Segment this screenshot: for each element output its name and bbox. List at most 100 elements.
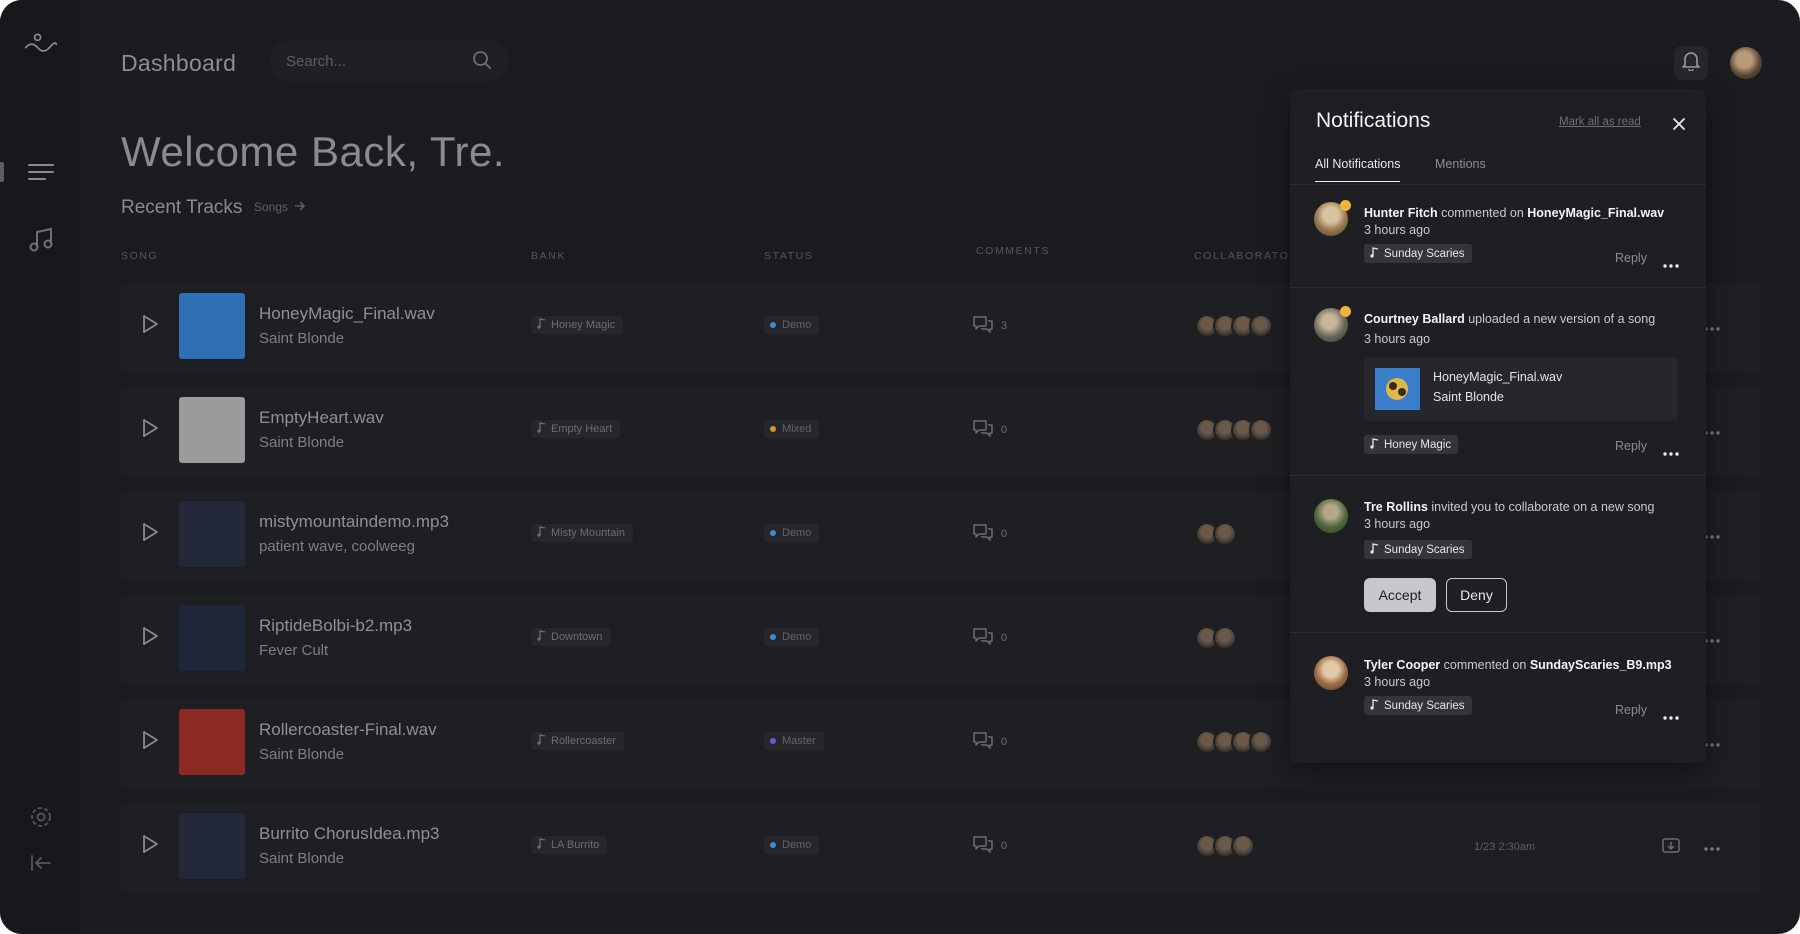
comments-count[interactable]: 0 [973, 627, 1007, 648]
music-note-icon [1370, 698, 1379, 713]
track-artist: patient wave, coolweeg [259, 538, 415, 555]
notification-time: 3 hours ago [1364, 223, 1431, 237]
more-icon[interactable] [1704, 526, 1720, 544]
bank-chip[interactable]: Sunday Scaries [1364, 696, 1472, 715]
play-icon[interactable] [141, 418, 159, 443]
music-note-icon [537, 318, 546, 332]
collaborators[interactable] [1195, 522, 1237, 546]
search-icon[interactable] [472, 50, 492, 75]
music-note-icon [537, 630, 546, 644]
mark-all-read-button[interactable]: Mark all as read [1559, 116, 1641, 128]
notification-user: Tre Rollins [1364, 500, 1428, 514]
bank-chip[interactable]: Sunday Scaries [1364, 540, 1472, 559]
arrow-right-icon [294, 200, 306, 214]
item-divider [1290, 287, 1706, 288]
notification-target[interactable]: HoneyMagic_Final.wav [1527, 206, 1664, 220]
settings-icon[interactable] [24, 800, 58, 834]
bank-chip[interactable]: Misty Mountain [531, 524, 633, 542]
column-header-status: STATUS [764, 250, 814, 262]
comments-count[interactable]: 0 [973, 731, 1007, 752]
bank-chip[interactable]: LA Burrito [531, 836, 608, 854]
collaborators[interactable] [1195, 834, 1255, 858]
bank-chip[interactable]: Downtown [531, 628, 611, 646]
comments-count[interactable]: 0 [973, 523, 1007, 544]
track-name[interactable]: mistymountaindemo.mp3 [259, 512, 449, 532]
music-note-icon [537, 526, 546, 540]
collaborator-avatar [1249, 730, 1273, 754]
more-icon[interactable] [1704, 734, 1720, 752]
menu-icon[interactable] [24, 155, 58, 189]
track-thumbnail [179, 605, 245, 671]
notification-action: commented on [1441, 206, 1524, 220]
track-name[interactable]: RiptideBolbi-b2.mp3 [259, 616, 412, 636]
bank-chip[interactable]: Honey Magic [1364, 435, 1459, 454]
status-badge: Demo [764, 524, 820, 542]
more-icon[interactable] [1704, 838, 1720, 856]
notifications-button[interactable] [1674, 46, 1708, 80]
notification-text: Tyler Cooper commented on SundayScaries_… [1364, 658, 1672, 672]
tab-all-notifications[interactable]: All Notifications [1315, 157, 1401, 182]
more-icon[interactable] [1663, 707, 1679, 725]
export-icon[interactable] [1662, 836, 1680, 859]
songs-link-label: Songs [254, 200, 289, 214]
bank-chip[interactable]: Empty Heart [531, 420, 621, 438]
track-name[interactable]: Rollercoaster-Final.wav [259, 720, 437, 740]
table-row[interactable]: Burrito ChorusIdea.mp3 Saint Blonde LA B… [121, 802, 1761, 893]
comments-count[interactable]: 0 [973, 419, 1007, 440]
music-note-icon [1370, 437, 1379, 452]
collaborators[interactable] [1195, 314, 1273, 338]
bank-label: Downtown [551, 631, 603, 643]
file-name: HoneyMagic_Final.wav [1433, 370, 1563, 384]
close-icon[interactable] [1670, 115, 1688, 133]
reply-button[interactable]: Reply [1615, 703, 1647, 717]
bank-chip[interactable]: Rollercoaster [531, 732, 624, 750]
music-note-icon[interactable] [24, 223, 58, 257]
more-icon[interactable] [1663, 443, 1679, 461]
track-name[interactable]: HoneyMagic_Final.wav [259, 304, 435, 324]
search-input[interactable] [286, 52, 466, 70]
bank-chip[interactable]: Sunday Scaries [1364, 244, 1472, 263]
collapse-icon[interactable] [24, 846, 58, 880]
collaborators[interactable] [1195, 418, 1273, 442]
play-icon[interactable] [141, 834, 159, 859]
column-header-song: SONG [121, 250, 159, 262]
status-dot [770, 634, 776, 640]
column-header-bank: BANK [531, 250, 566, 262]
logo-wave-icon[interactable] [24, 28, 58, 62]
bank-chip[interactable]: Honey Magic [531, 316, 624, 334]
status-dot [770, 426, 776, 432]
notification-target[interactable]: SundayScaries_B9.mp3 [1530, 658, 1672, 672]
play-icon[interactable] [141, 730, 159, 755]
track-artist: Saint Blonde [259, 746, 345, 763]
deny-button[interactable]: Deny [1446, 578, 1507, 612]
music-note-icon [1370, 542, 1379, 557]
bank-label: LA Burrito [551, 839, 600, 851]
user-avatar[interactable] [1730, 47, 1762, 79]
column-header-comments: COMMENTS [976, 245, 1051, 257]
play-icon[interactable] [141, 314, 159, 339]
track-name[interactable]: EmptyHeart.wav [259, 408, 384, 428]
track-thumbnail [179, 293, 245, 359]
reply-button[interactable]: Reply [1615, 251, 1647, 265]
reply-button[interactable]: Reply [1615, 439, 1647, 453]
track-name[interactable]: Burrito ChorusIdea.mp3 [259, 824, 439, 844]
comments-count[interactable]: 3 [973, 315, 1007, 336]
file-card[interactable]: HoneyMagic_Final.wav Saint Blonde [1364, 357, 1678, 421]
notification-time: 3 hours ago [1364, 517, 1431, 531]
more-icon[interactable] [1704, 318, 1720, 336]
more-icon[interactable] [1704, 630, 1720, 648]
tab-mentions[interactable]: Mentions [1435, 157, 1486, 181]
status-badge: Demo [764, 628, 820, 646]
comments-count[interactable]: 0 [973, 835, 1007, 856]
bank-chip-label: Sunday Scaries [1384, 543, 1465, 556]
notification-time: 3 hours ago [1364, 332, 1431, 346]
play-icon[interactable] [141, 522, 159, 547]
accept-button[interactable]: Accept [1364, 578, 1436, 612]
comment-icon [973, 627, 993, 648]
songs-link[interactable]: Songs [254, 200, 306, 214]
play-icon[interactable] [141, 626, 159, 651]
collaborators[interactable] [1195, 730, 1273, 754]
more-icon[interactable] [1663, 255, 1679, 273]
more-icon[interactable] [1704, 422, 1720, 440]
collaborators[interactable] [1195, 626, 1237, 650]
